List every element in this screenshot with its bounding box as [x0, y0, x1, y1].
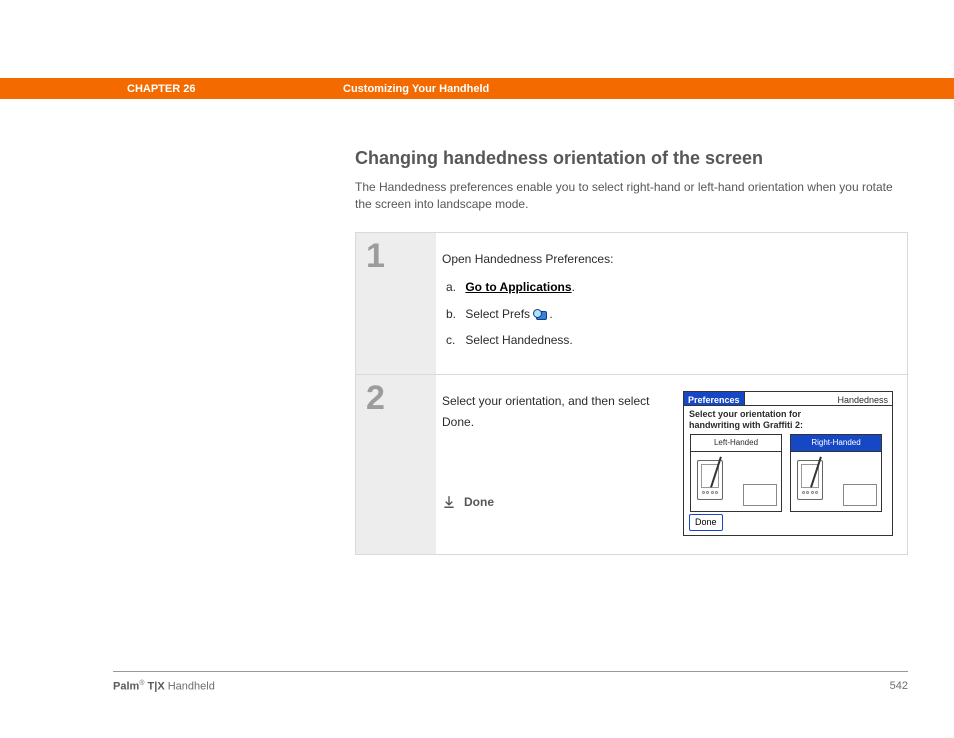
mock-right-label: Right-Handed: [790, 434, 882, 452]
page-footer: Palm® T|X Handheld 542: [113, 680, 908, 693]
section-intro: The Handedness preferences enable you to…: [355, 179, 908, 214]
mock-option-left: Left-Handed: [690, 434, 782, 512]
step-2-body: Select your orientation, and then select…: [436, 375, 907, 554]
step-2: 2 Select your orientation, and then sele…: [356, 374, 907, 554]
chapter-label: CHAPTER 26: [113, 83, 343, 95]
mock-msg-l2: handwriting with Graffiti 2:: [689, 420, 803, 430]
done-indicator: Done: [442, 492, 669, 512]
footer-page-number: 542: [890, 680, 908, 693]
step-1c-letter: c.: [446, 330, 462, 350]
mock-done-button: Done: [689, 514, 723, 531]
step-1b-period: .: [549, 307, 552, 321]
mock-left-image: [690, 452, 782, 512]
step-1-body: Open Handedness Preferences: a. Go to Ap…: [436, 233, 907, 375]
mock-options: Left-Handed Right-Handed: [684, 431, 892, 515]
mock-titlebar: Preferences Handedness: [684, 392, 892, 406]
step-1-lead: Open Handedness Preferences:: [442, 249, 893, 269]
mock-right-image: [790, 452, 882, 512]
mock-title-preferences: Preferences: [684, 392, 745, 405]
step-1b-text: Select Prefs: [465, 307, 533, 321]
step-2-text: Select your orientation, and then select…: [442, 391, 669, 432]
footer-brand-model: T|X: [144, 681, 164, 693]
mock-message: Select your orientation for handwriting …: [684, 406, 892, 431]
step-1: 1 Open Handedness Preferences: a. Go to …: [356, 233, 907, 375]
footer-rule: [113, 671, 908, 672]
mock-left-label: Left-Handed: [690, 434, 782, 452]
prefs-icon: [533, 309, 549, 321]
chapter-breadcrumb: Customizing Your Handheld: [343, 83, 489, 95]
mock-msg-l1: Select your orientation for: [689, 409, 801, 419]
steps-container: 1 Open Handedness Preferences: a. Go to …: [355, 232, 908, 556]
step-1c: c. Select Handedness.: [446, 330, 893, 350]
step-1-number: 1: [356, 233, 436, 375]
step-1b: b. Select Prefs .: [446, 304, 893, 324]
step-1a-period: .: [572, 280, 575, 294]
mock-title-handedness: Handedness: [745, 392, 892, 405]
step-2-number: 2: [356, 375, 436, 554]
step-1b-letter: b.: [446, 304, 462, 324]
arrow-down-icon: [442, 495, 456, 509]
done-label: Done: [464, 492, 494, 512]
handedness-screenshot: Preferences Handedness Select your orien…: [683, 391, 893, 536]
chapter-header-bar: CHAPTER 26 Customizing Your Handheld: [0, 78, 954, 99]
section-title: Changing handedness orientation of the s…: [355, 148, 908, 169]
footer-brand-bold: Palm: [113, 681, 139, 693]
go-to-applications-link[interactable]: Go to Applications: [465, 280, 571, 294]
chapter-header-content: CHAPTER 26 Customizing Your Handheld: [113, 78, 908, 99]
step-1c-text: Select Handedness.: [465, 333, 572, 347]
step-1a-letter: a.: [446, 277, 462, 297]
main-content: Changing handedness orientation of the s…: [355, 148, 908, 555]
step-1a: a. Go to Applications.: [446, 277, 893, 297]
footer-brand-rest: Handheld: [165, 681, 215, 693]
mock-option-right: Right-Handed: [790, 434, 882, 512]
footer-brand: Palm® T|X Handheld: [113, 680, 215, 693]
